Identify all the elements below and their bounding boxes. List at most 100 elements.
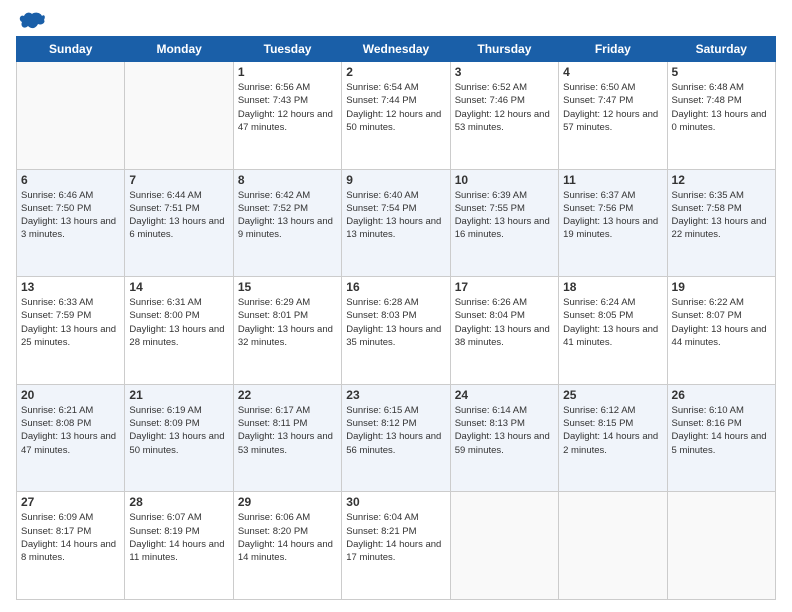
day-number: 30	[346, 495, 445, 509]
calendar-cell: 23 Sunrise: 6:15 AM Sunset: 8:12 PM Dayli…	[342, 384, 450, 492]
calendar-cell: 20 Sunrise: 6:21 AM Sunset: 8:08 PM Dayli…	[17, 384, 125, 492]
calendar-header-friday: Friday	[559, 37, 667, 62]
day-number: 21	[129, 388, 228, 402]
calendar-week-row: 27 Sunrise: 6:09 AM Sunset: 8:17 PM Dayli…	[17, 492, 776, 600]
calendar-cell: 9 Sunrise: 6:40 AM Sunset: 7:54 PM Daylig…	[342, 169, 450, 277]
day-number: 23	[346, 388, 445, 402]
day-info: Sunrise: 6:48 AM Sunset: 7:48 PM Dayligh…	[672, 81, 771, 134]
calendar-cell: 12 Sunrise: 6:35 AM Sunset: 7:58 PM Dayli…	[667, 169, 775, 277]
calendar-cell: 26 Sunrise: 6:10 AM Sunset: 8:16 PM Dayli…	[667, 384, 775, 492]
day-number: 4	[563, 65, 662, 79]
day-number: 20	[21, 388, 120, 402]
day-info: Sunrise: 6:06 AM Sunset: 8:20 PM Dayligh…	[238, 511, 337, 564]
day-number: 1	[238, 65, 337, 79]
calendar-cell: 15 Sunrise: 6:29 AM Sunset: 8:01 PM Dayli…	[233, 277, 341, 385]
day-info: Sunrise: 6:04 AM Sunset: 8:21 PM Dayligh…	[346, 511, 445, 564]
calendar-week-row: 20 Sunrise: 6:21 AM Sunset: 8:08 PM Dayli…	[17, 384, 776, 492]
calendar-cell: 27 Sunrise: 6:09 AM Sunset: 8:17 PM Dayli…	[17, 492, 125, 600]
day-info: Sunrise: 6:54 AM Sunset: 7:44 PM Dayligh…	[346, 81, 445, 134]
calendar-cell	[17, 62, 125, 170]
calendar-week-row: 6 Sunrise: 6:46 AM Sunset: 7:50 PM Daylig…	[17, 169, 776, 277]
calendar-cell: 28 Sunrise: 6:07 AM Sunset: 8:19 PM Dayli…	[125, 492, 233, 600]
day-info: Sunrise: 6:10 AM Sunset: 8:16 PM Dayligh…	[672, 404, 771, 457]
calendar-header-thursday: Thursday	[450, 37, 558, 62]
day-info: Sunrise: 6:35 AM Sunset: 7:58 PM Dayligh…	[672, 189, 771, 242]
day-info: Sunrise: 6:29 AM Sunset: 8:01 PM Dayligh…	[238, 296, 337, 349]
day-info: Sunrise: 6:28 AM Sunset: 8:03 PM Dayligh…	[346, 296, 445, 349]
day-info: Sunrise: 6:39 AM Sunset: 7:55 PM Dayligh…	[455, 189, 554, 242]
day-number: 12	[672, 173, 771, 187]
day-info: Sunrise: 6:15 AM Sunset: 8:12 PM Dayligh…	[346, 404, 445, 457]
calendar-cell: 25 Sunrise: 6:12 AM Sunset: 8:15 PM Dayli…	[559, 384, 667, 492]
day-number: 15	[238, 280, 337, 294]
calendar-cell: 2 Sunrise: 6:54 AM Sunset: 7:44 PM Daylig…	[342, 62, 450, 170]
calendar-cell: 1 Sunrise: 6:56 AM Sunset: 7:43 PM Daylig…	[233, 62, 341, 170]
day-number: 29	[238, 495, 337, 509]
day-number: 7	[129, 173, 228, 187]
calendar-cell: 3Sunrise: 6:52 AM Sunset: 7:46 PM Daylig…	[450, 62, 558, 170]
page: SundayMondayTuesdayWednesdayThursdayFrid…	[0, 0, 792, 612]
logo-icon	[16, 12, 46, 30]
day-info: Sunrise: 6:44 AM Sunset: 7:51 PM Dayligh…	[129, 189, 228, 242]
calendar-cell: 7 Sunrise: 6:44 AM Sunset: 7:51 PM Daylig…	[125, 169, 233, 277]
day-info: Sunrise: 6:07 AM Sunset: 8:19 PM Dayligh…	[129, 511, 228, 564]
header	[16, 12, 776, 30]
day-number: 24	[455, 388, 554, 402]
calendar-cell: 18 Sunrise: 6:24 AM Sunset: 8:05 PM Dayli…	[559, 277, 667, 385]
calendar-header-monday: Monday	[125, 37, 233, 62]
calendar-header-sunday: Sunday	[17, 37, 125, 62]
day-info: Sunrise: 6:33 AM Sunset: 7:59 PM Dayligh…	[21, 296, 120, 349]
calendar-cell: 8Sunrise: 6:42 AM Sunset: 7:52 PM Daylig…	[233, 169, 341, 277]
calendar-cell: 11 Sunrise: 6:37 AM Sunset: 7:56 PM Dayli…	[559, 169, 667, 277]
day-number: 2	[346, 65, 445, 79]
day-number: 18	[563, 280, 662, 294]
calendar-cell: 5 Sunrise: 6:48 AM Sunset: 7:48 PM Daylig…	[667, 62, 775, 170]
day-number: 10	[455, 173, 554, 187]
day-info: Sunrise: 6:09 AM Sunset: 8:17 PM Dayligh…	[21, 511, 120, 564]
day-number: 27	[21, 495, 120, 509]
day-number: 11	[563, 173, 662, 187]
calendar-week-row: 13 Sunrise: 6:33 AM Sunset: 7:59 PM Dayli…	[17, 277, 776, 385]
calendar-cell: 16 Sunrise: 6:28 AM Sunset: 8:03 PM Dayli…	[342, 277, 450, 385]
day-info: Sunrise: 6:17 AM Sunset: 8:11 PM Dayligh…	[238, 404, 337, 457]
calendar-cell	[667, 492, 775, 600]
day-info: Sunrise: 6:21 AM Sunset: 8:08 PM Dayligh…	[21, 404, 120, 457]
day-info: Sunrise: 6:24 AM Sunset: 8:05 PM Dayligh…	[563, 296, 662, 349]
day-info: Sunrise: 6:37 AM Sunset: 7:56 PM Dayligh…	[563, 189, 662, 242]
logo-bird-icon	[18, 12, 46, 34]
day-info: Sunrise: 6:22 AM Sunset: 8:07 PM Dayligh…	[672, 296, 771, 349]
day-number: 8	[238, 173, 337, 187]
day-info: Sunrise: 6:46 AM Sunset: 7:50 PM Dayligh…	[21, 189, 120, 242]
day-number: 26	[672, 388, 771, 402]
calendar-week-row: 1 Sunrise: 6:56 AM Sunset: 7:43 PM Daylig…	[17, 62, 776, 170]
day-number: 9	[346, 173, 445, 187]
calendar-table: SundayMondayTuesdayWednesdayThursdayFrid…	[16, 36, 776, 600]
calendar-header-wednesday: Wednesday	[342, 37, 450, 62]
day-number: 13	[21, 280, 120, 294]
calendar-cell: 14 Sunrise: 6:31 AM Sunset: 8:00 PM Dayli…	[125, 277, 233, 385]
day-info: Sunrise: 6:26 AM Sunset: 8:04 PM Dayligh…	[455, 296, 554, 349]
calendar-cell	[559, 492, 667, 600]
calendar-cell: 6 Sunrise: 6:46 AM Sunset: 7:50 PM Daylig…	[17, 169, 125, 277]
day-number: 6	[21, 173, 120, 187]
day-info: Sunrise: 6:31 AM Sunset: 8:00 PM Dayligh…	[129, 296, 228, 349]
calendar-cell: 13 Sunrise: 6:33 AM Sunset: 7:59 PM Dayli…	[17, 277, 125, 385]
calendar-header-saturday: Saturday	[667, 37, 775, 62]
calendar-cell: 4Sunrise: 6:50 AM Sunset: 7:47 PM Daylig…	[559, 62, 667, 170]
calendar-cell: 22Sunrise: 6:17 AM Sunset: 8:11 PM Dayli…	[233, 384, 341, 492]
calendar-cell	[125, 62, 233, 170]
day-info: Sunrise: 6:56 AM Sunset: 7:43 PM Dayligh…	[238, 81, 337, 134]
day-number: 19	[672, 280, 771, 294]
day-number: 14	[129, 280, 228, 294]
calendar-cell: 21Sunrise: 6:19 AM Sunset: 8:09 PM Dayli…	[125, 384, 233, 492]
day-info: Sunrise: 6:40 AM Sunset: 7:54 PM Dayligh…	[346, 189, 445, 242]
calendar-header-row: SundayMondayTuesdayWednesdayThursdayFrid…	[17, 37, 776, 62]
day-number: 28	[129, 495, 228, 509]
day-number: 16	[346, 280, 445, 294]
day-number: 25	[563, 388, 662, 402]
calendar-cell: 17Sunrise: 6:26 AM Sunset: 8:04 PM Dayli…	[450, 277, 558, 385]
day-info: Sunrise: 6:52 AM Sunset: 7:46 PM Dayligh…	[455, 81, 554, 134]
day-info: Sunrise: 6:12 AM Sunset: 8:15 PM Dayligh…	[563, 404, 662, 457]
day-number: 5	[672, 65, 771, 79]
logo	[16, 12, 46, 30]
